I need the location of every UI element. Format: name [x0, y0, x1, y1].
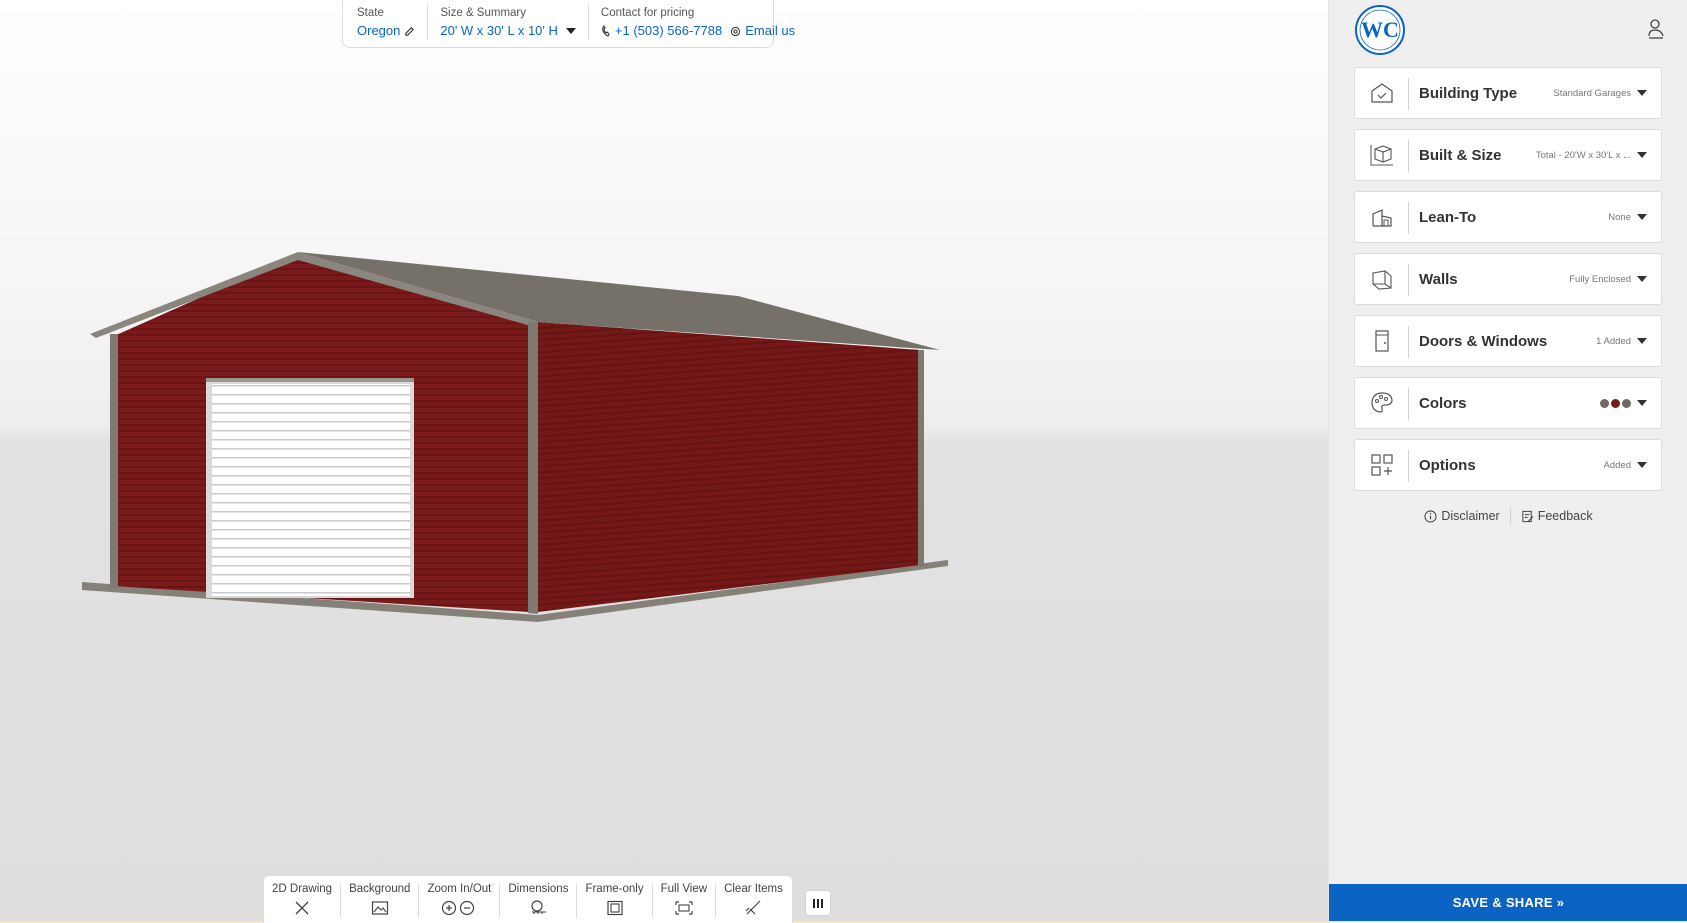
chevron-down-icon	[1637, 90, 1647, 96]
phone-icon	[602, 25, 610, 37]
panel-value: Total - 20'W x 30'L x ...	[1535, 149, 1631, 161]
tool-clear-items[interactable]: Clear Items	[716, 883, 791, 918]
panel-lean-to[interactable]: Lean-To None	[1354, 191, 1662, 243]
panel-value: Standard Garages	[1553, 87, 1631, 99]
roof-color-swatch	[1600, 398, 1609, 408]
walls-icon	[1355, 254, 1409, 304]
info-icon	[1424, 509, 1437, 523]
garage-3d-model[interactable]	[0, 0, 1328, 923]
svg-text:WC: WC	[1361, 17, 1399, 42]
panel-value: Added	[1603, 459, 1631, 471]
panel-building-type[interactable]: Building Type Standard Garages	[1354, 67, 1662, 119]
chevron-down-icon	[1637, 338, 1647, 344]
wall-color-swatch	[1611, 398, 1620, 408]
top-info-bar: State Oregon Size & Summary 20' W x 30' …	[342, 0, 795, 48]
size-value[interactable]: 20' W x 30' L x 10' H	[440, 22, 576, 40]
panel-title: Built & Size	[1419, 146, 1502, 164]
state-section[interactable]: State Oregon	[357, 4, 429, 40]
size-label: Size & Summary	[440, 7, 527, 19]
configurator-sidebar: WC Building Type Standard Garages Built …	[1328, 0, 1687, 923]
tool-zoom[interactable]: Zoom In/Out	[419, 883, 501, 918]
tool-background[interactable]: Background	[341, 883, 420, 918]
contact-label: Contact for pricing	[600, 7, 695, 19]
panel-options[interactable]: Options Added	[1354, 439, 1662, 491]
disclaimer-link[interactable]: Disclaimer	[1424, 509, 1500, 523]
disclaimer-text: Disclaimer	[1441, 509, 1500, 523]
collapse-toolbar-button[interactable]	[806, 891, 830, 915]
panel-title: Doors & Windows	[1419, 332, 1548, 350]
palette-icon	[1355, 378, 1409, 428]
pencil-ruler-icon	[295, 901, 309, 915]
company-logo: WC	[1355, 5, 1405, 55]
chevron-down-icon	[1637, 152, 1647, 158]
at-sign-icon	[731, 26, 741, 36]
tool-label: Zoom In/Out	[427, 883, 492, 895]
door-icon	[1355, 316, 1409, 366]
email-link[interactable]: Email us	[745, 22, 795, 40]
save-share-button[interactable]: SAVE & SHARE »	[1329, 884, 1687, 921]
panel-title: Walls	[1419, 270, 1458, 288]
panel-value: None	[1608, 211, 1631, 223]
state-value[interactable]: Oregon	[357, 22, 415, 40]
panel-title: Lean-To	[1419, 208, 1477, 226]
panel-colors[interactable]: Colors	[1354, 377, 1662, 429]
chevron-down-icon	[1637, 276, 1647, 282]
lean-to-icon	[1355, 192, 1409, 242]
chevron-down-icon	[1637, 400, 1647, 406]
state-text: Oregon	[357, 23, 401, 38]
tool-label: Dimensions	[508, 883, 569, 895]
zoom-in-out-icon	[442, 900, 475, 916]
link-divider	[1509, 508, 1511, 524]
view-toolbar: 2D Drawing Background Zoom In/Out Dimens…	[263, 875, 793, 923]
tool-label: Frame-only	[585, 883, 644, 895]
frame-icon	[606, 900, 623, 916]
size-cube-icon	[1355, 130, 1409, 180]
options-icon	[1355, 440, 1409, 490]
tool-frame-only[interactable]: Frame-only	[577, 883, 653, 918]
state-label: State	[357, 7, 384, 19]
tool-label: 2D Drawing	[272, 883, 333, 895]
panel-value: 1 Added	[1596, 335, 1631, 347]
broom-icon	[746, 900, 761, 915]
feedback-text: Feedback	[1537, 509, 1593, 523]
tool-full-view[interactable]: Full View	[653, 883, 717, 918]
tool-dimensions[interactable]: Dimensions	[500, 883, 578, 918]
chevron-down-icon	[1637, 214, 1647, 220]
building-type-icon	[1355, 68, 1409, 118]
pencil-icon	[405, 26, 415, 36]
user-account-icon[interactable]	[1647, 18, 1665, 40]
panel-title: Colors	[1419, 394, 1467, 412]
trim-color-swatch	[1622, 398, 1631, 408]
panel-walls[interactable]: Walls Fully Enclosed	[1354, 253, 1662, 305]
panel-doors-windows[interactable]: Doors & Windows 1 Added	[1354, 315, 1662, 367]
panel-title: Building Type	[1419, 84, 1518, 102]
tool-label: Clear Items	[724, 883, 783, 895]
image-icon	[371, 901, 388, 915]
size-text: 20' W x 30' L x 10' H	[440, 23, 558, 38]
panel-value: Fully Enclosed	[1569, 273, 1631, 285]
contact-value: +1 (503) 566-7788 Email us	[601, 22, 795, 40]
fullscreen-icon	[675, 901, 693, 915]
panel-built-size[interactable]: Built & Size Total - 20'W x 30'L x ...	[1354, 129, 1662, 181]
color-swatches	[1600, 398, 1631, 408]
tape-measure-icon	[531, 900, 547, 914]
contact-section: Contact for pricing +1 (503) 566-7788 Em…	[601, 4, 807, 40]
tool-label: Background	[349, 883, 411, 895]
chevron-down-icon	[1637, 462, 1647, 468]
building-3d-viewport[interactable]	[0, 0, 1328, 923]
panel-title: Options	[1419, 456, 1476, 474]
tool-label: Full View	[660, 883, 708, 895]
feedback-icon	[1522, 510, 1534, 522]
footer-links: Disclaimer Feedback	[1329, 508, 1687, 524]
chevron-down-icon	[565, 28, 576, 34]
feedback-link[interactable]: Feedback	[1521, 509, 1593, 523]
tool-2d-drawing[interactable]: 2D Drawing	[264, 883, 342, 918]
size-section[interactable]: Size & Summary 20' W x 30' L x 10' H	[440, 4, 589, 40]
phone-link[interactable]: +1 (503) 566-7788	[615, 22, 722, 40]
